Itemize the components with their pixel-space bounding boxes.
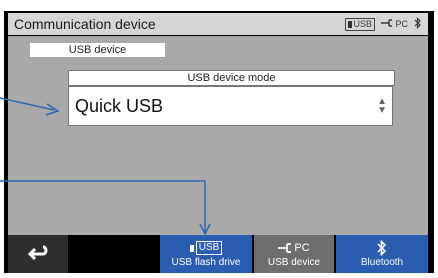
- page-title: Communication device: [14, 16, 156, 32]
- tab-label: USB device: [267, 257, 321, 268]
- bluetooth-icon: [336, 239, 428, 257]
- usb-status-icon: USB: [345, 17, 375, 31]
- tab-usb-flash-drive[interactable]: USB USB flash drive: [160, 235, 252, 273]
- mode-field-label: USB device mode: [68, 70, 395, 86]
- pc-status-label: PC: [395, 19, 408, 29]
- tab-usb-device[interactable]: PC USB device: [254, 235, 334, 273]
- status-indicators: USB PC: [345, 17, 422, 31]
- section-header: USB device: [30, 43, 165, 57]
- pc-status-icon: PC: [380, 19, 408, 29]
- usb-mode-value: Quick USB: [75, 96, 164, 116]
- bottom-toolbar: USB USB flash drive PC USB device Blueto…: [8, 235, 428, 273]
- settings-panel: USB device USB device mode Quick USB ▲ ▼: [8, 36, 428, 235]
- return-arrow-icon: [27, 245, 48, 261]
- tab-label: Bluetooth: [360, 257, 404, 268]
- usb-icon-text: USB: [195, 241, 223, 255]
- usb-mode-select[interactable]: Quick USB ▲ ▼: [68, 86, 393, 126]
- tab-label: USB flash drive: [171, 257, 241, 268]
- title-bar: Communication device USB PC: [8, 13, 428, 35]
- select-arrows-icon[interactable]: ▲ ▼: [377, 97, 387, 116]
- usb-status-label: USB: [353, 18, 372, 29]
- usb-icon: USB: [160, 239, 252, 257]
- pc-icon-text: PC: [294, 242, 310, 254]
- back-button[interactable]: [8, 235, 68, 273]
- pc-connection-icon: PC: [254, 239, 334, 257]
- bluetooth-status-icon: [414, 17, 422, 31]
- tab-bluetooth[interactable]: Bluetooth: [336, 235, 428, 273]
